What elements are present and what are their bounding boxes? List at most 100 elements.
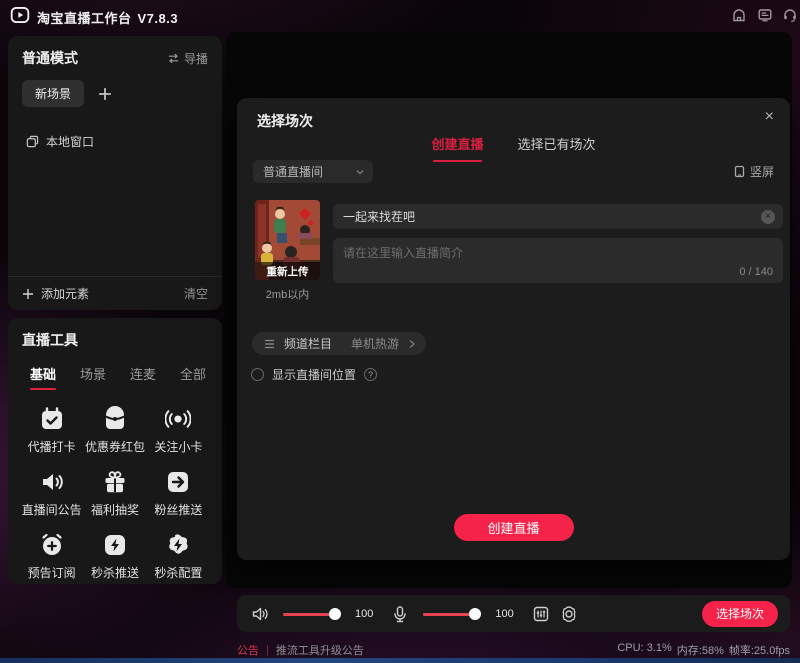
calendar-check-icon [39, 406, 65, 432]
room-type-select[interactable]: 普通直播间 [253, 160, 373, 183]
tools-tabs: 基础 场景 连麦 全部 [8, 350, 222, 390]
tool-label: 代播打卡 [28, 438, 76, 455]
create-live-button[interactable]: 创建直播 [454, 514, 574, 541]
add-element-button[interactable]: 添加元素 [22, 285, 89, 302]
chevron-right-icon [408, 339, 416, 349]
tab-basic[interactable]: 基础 [30, 364, 56, 390]
reupload-button[interactable]: 重新上传 [255, 262, 320, 280]
tool-label: 秒杀推送 [91, 564, 139, 581]
microphone-icon[interactable] [391, 605, 409, 623]
alarm-plus-icon [39, 532, 65, 558]
show-location-option[interactable]: 显示直播间位置 ? [251, 366, 377, 383]
mic-value: 100 [495, 608, 513, 620]
app-version: V7.8.3 [138, 11, 179, 26]
cpu-stat: CPU: 3.1% [617, 642, 671, 658]
volume-slider[interactable] [283, 608, 339, 620]
live-desc-input[interactable] [343, 244, 773, 266]
taobao-live-logo-icon [10, 5, 30, 25]
add-element-label: 添加元素 [41, 285, 89, 302]
broadcast-icon [165, 406, 191, 432]
lightning-square-icon [102, 532, 128, 558]
coupon-icon [102, 406, 128, 432]
window-copy-icon [26, 135, 39, 148]
scene-panel: 普通模式 导播 新场景 本地窗口 添加元素 清空 [8, 36, 222, 310]
tool-room-announcement[interactable]: 直播间公告 [20, 469, 83, 518]
tool-lucky-draw[interactable]: 福利抽奖 [83, 469, 146, 518]
room-type-value: 普通直播间 [263, 163, 323, 180]
plus-icon [22, 288, 34, 300]
tab-select-existing[interactable]: 选择已有场次 [518, 134, 596, 162]
list-icon [264, 339, 275, 349]
notice-text[interactable]: 推流工具升级公告 [276, 642, 364, 658]
volume-icon[interactable] [251, 605, 269, 623]
tool-flashsale-config[interactable]: 秒杀配置 [147, 532, 210, 581]
upload-size-hint: 2mb以内 [255, 286, 320, 302]
modal-title: 选择场次 [257, 111, 313, 131]
tool-fans-push[interactable]: 粉丝推送 [147, 469, 210, 518]
location-checkbox[interactable] [251, 368, 264, 381]
select-session-button[interactable]: 选择场次 [702, 601, 778, 627]
portrait-screen-icon [734, 165, 745, 178]
titlebar: 淘宝直播工作台V7.8.3 [0, 0, 800, 30]
status-bar: 公告 | 推流工具升级公告 CPU: 3.1% 内存:58% 帧率:25.0fp… [0, 641, 800, 658]
char-counter: 0 / 140 [739, 266, 773, 278]
tool-label: 粉丝推送 [154, 501, 202, 518]
category-value: 单机热游 [351, 335, 399, 352]
tool-label: 直播间公告 [22, 501, 82, 518]
reupload-label: 重新上传 [267, 264, 309, 279]
chevron-down-icon [355, 167, 365, 177]
tool-preview-subscribe[interactable]: 预告订阅 [20, 532, 83, 581]
tool-label: 秒杀配置 [154, 564, 202, 581]
performance-stats: CPU: 3.1% 内存:58% 帧率:25.0fps [617, 642, 790, 658]
taskbar-edge [0, 658, 800, 663]
tool-flashsale-push[interactable]: 秒杀推送 [83, 532, 146, 581]
swap-arrows-icon [167, 52, 180, 65]
arrow-right-square-icon [165, 469, 191, 495]
orientation-label: 竖屏 [750, 163, 774, 180]
headset-icon[interactable] [782, 7, 798, 23]
local-window-label: 本地窗口 [46, 133, 94, 150]
tab-scene[interactable]: 场景 [80, 364, 106, 390]
tools-grid: 代播打卡 优惠券红包 关注小卡 直播间公告 福利抽奖 粉丝推送 [8, 390, 222, 581]
volume-value: 100 [355, 608, 373, 620]
memory-stat: 内存:58% [677, 642, 724, 658]
notice-divider: | [266, 644, 269, 656]
mic-slider[interactable] [423, 608, 479, 620]
cover-upload[interactable]: 重新上传 [255, 200, 320, 280]
scene-tab-new-scene[interactable]: 新场景 [22, 80, 84, 107]
clear-input-icon[interactable]: × [761, 210, 775, 224]
tool-proxy-checkin[interactable]: 代播打卡 [20, 406, 83, 455]
modal-tabs: 创建直播 选择已有场次 [237, 134, 790, 162]
tool-coupon-redpacket[interactable]: 优惠券红包 [83, 406, 146, 455]
mic-slider-thumb[interactable] [469, 608, 481, 620]
tool-label: 关注小卡 [154, 438, 202, 455]
tool-follow-card[interactable]: 关注小卡 [147, 406, 210, 455]
notice-badge: 公告 [237, 642, 259, 658]
tab-co-stream[interactable]: 连麦 [130, 364, 156, 390]
source-item-local-window[interactable]: 本地窗口 [8, 107, 222, 150]
volume-slider-thumb[interactable] [329, 608, 341, 620]
tab-all[interactable]: 全部 [180, 364, 206, 390]
add-scene-plus-icon[interactable] [98, 87, 112, 101]
news-icon[interactable] [757, 7, 773, 23]
home-icon[interactable] [731, 7, 747, 23]
lightning-hex-icon [165, 532, 191, 558]
tool-label: 优惠券红包 [85, 438, 145, 455]
live-tools-panel: 直播工具 基础 场景 连麦 全部 代播打卡 优惠券红包 关注小卡 直播间公告 [8, 318, 222, 584]
orientation-toggle[interactable]: 竖屏 [734, 163, 774, 180]
select-session-modal: 选择场次 × 创建直播 选择已有场次 普通直播间 竖屏 [237, 98, 790, 560]
clear-button[interactable]: 清空 [184, 285, 208, 302]
tab-create-live[interactable]: 创建直播 [431, 134, 483, 162]
category-selector[interactable]: 频道栏目 单机热游 [252, 332, 426, 355]
mixer-icon[interactable] [532, 605, 550, 623]
settings-gear-icon[interactable] [560, 605, 578, 623]
control-bar: 100 100 选择场次 [237, 595, 790, 632]
app-title: 淘宝直播工作台V7.8.3 [37, 8, 178, 27]
close-icon[interactable]: × [765, 107, 774, 127]
category-label: 频道栏目 [284, 335, 332, 352]
location-label: 显示直播间位置 [272, 366, 356, 383]
notice-area[interactable]: 公告 | 推流工具升级公告 [237, 642, 364, 658]
live-title-input[interactable] [343, 210, 761, 224]
director-button[interactable]: 导播 [167, 50, 208, 67]
help-icon[interactable]: ? [364, 368, 377, 381]
